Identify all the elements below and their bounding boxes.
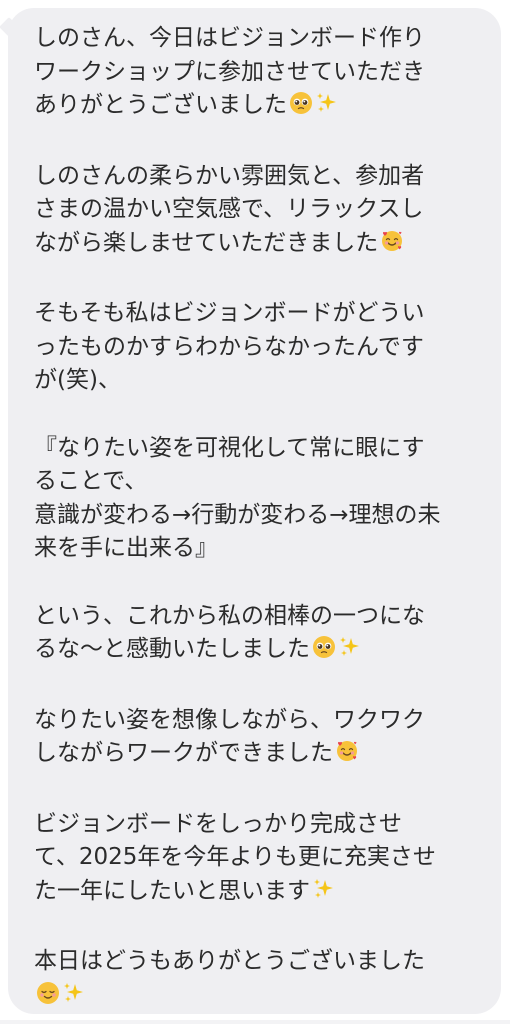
message-line: ありがとうございました xyxy=(34,89,481,126)
message-line-text: 意識が変わる→行動が変わる→理想の未 xyxy=(34,501,441,528)
message-line: ったものかすらわからなかったんです xyxy=(34,331,481,365)
message-line: しのさん、今日はビジョンボード作り xyxy=(34,22,481,56)
message-paragraph: そもそも私はビジョンボードがどうい ったものかすらわからなかったんです が(笑)、 xyxy=(34,297,481,398)
message-line-text: るな〜と感動いたしました xyxy=(34,636,310,662)
message-line: 意識が変わる→行動が変わる→理想の未 xyxy=(34,499,481,533)
message-paragraph: ビジョンボードをしっかり完成させて、2025年を今年よりも更に充実させ た一年にし… xyxy=(34,808,481,912)
message-line-text: という、これから私の相棒の一つにな xyxy=(34,602,425,629)
smiling-face-with-hearts-icon xyxy=(335,739,359,774)
message-line-text: そもそも私はビジョンボードがどうい xyxy=(34,300,425,326)
pleading-face-icon xyxy=(312,635,336,670)
bottom-divider xyxy=(0,1020,510,1024)
message-line-text: ビジョンボードをしっかり完成させ xyxy=(34,810,402,837)
message-paragraph: 『なりたい姿を可視化して常に眼にす ることで、意識が変わる→行動が変わる→理想の未… xyxy=(34,432,481,566)
message-line-text: さまの温かい空気感で、リラックスし xyxy=(34,196,424,222)
message-line-text: 来を手に出来る』 xyxy=(34,535,218,561)
message-line-text: しのさんの柔らかい雰囲気と、参加者 xyxy=(34,162,425,189)
message-line: るな〜と感動いたしました xyxy=(34,633,481,670)
sparkles-icon xyxy=(62,981,86,1016)
message-line-text: ったものかすらわからなかったんです xyxy=(34,333,424,360)
chat-screen: しのさん、今日はビジョンボード作り ワークショップに参加させていただき ありがとうご… xyxy=(0,0,510,1024)
message-line-text: て、2025年を今年よりも更に充実させ xyxy=(34,844,436,870)
sparkles-icon xyxy=(315,91,339,126)
message-paragraph: しのさんの柔らかい雰囲気と、参加者 さまの温かい空気感で、リラックスし ながら楽しま… xyxy=(34,160,481,264)
pleading-face-icon xyxy=(289,91,313,126)
message-line: しながらワークができました xyxy=(34,737,481,774)
message-line-text: しのさん、今日はビジョンボード作り xyxy=(34,25,425,51)
message-line: ビジョンボードをしっかり完成させ xyxy=(34,808,481,842)
message-line: なりたい姿を想像しながら、ワクワク xyxy=(34,704,481,738)
message-line-text: ながら楽しませていただきました xyxy=(34,229,379,256)
message-paragraph: しのさん、今日はビジョンボード作り ワークショップに参加させていただき ありがとうご… xyxy=(34,22,481,126)
message-line-text: 『なりたい姿を可視化して常に眼にす xyxy=(34,434,425,461)
message-line-text: た一年にしたいと思います xyxy=(34,877,310,904)
smiling-face-with-hearts-icon xyxy=(380,229,404,264)
message-paragraph: なりたい姿を想像しながら、ワクワク しながらワークができました xyxy=(34,704,481,774)
message-line: た一年にしたいと思います xyxy=(34,875,481,912)
message-bubble[interactable]: しのさん、今日はビジョンボード作り ワークショップに参加させていただき ありがとうご… xyxy=(8,8,501,1014)
message-text: しのさん、今日はビジョンボード作り ワークショップに参加させていただき ありがとうご… xyxy=(34,22,481,1015)
message-line-text: ワークショップに参加させていただき xyxy=(34,58,425,85)
message-line-text: ることで、 xyxy=(34,468,148,494)
sparkles-icon xyxy=(312,877,336,912)
message-paragraph: という、これから私の相棒の一つにな るな〜と感動いたしました xyxy=(34,600,481,670)
message-line: 本日はどうもありがとうございました xyxy=(34,945,481,979)
message-line: そもそも私はビジョンボードがどうい xyxy=(34,297,481,331)
message-line: ることで、 xyxy=(34,465,481,499)
message-line: さまの温かい空気感で、リラックスし xyxy=(34,193,481,227)
message-line: しのさんの柔らかい雰囲気と、参加者 xyxy=(34,160,481,194)
message-line: ながら楽しませていただきました xyxy=(34,227,481,264)
message-line-text: なりたい姿を想像しながら、ワクワク xyxy=(34,706,425,733)
message-line: 『なりたい姿を可視化して常に眼にす xyxy=(34,432,481,466)
message-line xyxy=(34,979,481,1016)
message-line: という、これから私の相棒の一つにな xyxy=(34,600,481,634)
message-line-text: 本日はどうもありがとうございました xyxy=(34,948,425,974)
message-line: 来を手に出来る』 xyxy=(34,532,481,566)
message-line-text: ありがとうございました xyxy=(34,92,287,118)
relieved-smiling-face-icon xyxy=(36,981,60,1016)
message-line-text: しながらワークができました xyxy=(34,740,333,766)
message-line: が(笑)、 xyxy=(34,364,481,398)
message-line-text: が(笑)、 xyxy=(34,367,121,393)
message-line: て、2025年を今年よりも更に充実させ xyxy=(34,841,481,875)
sparkles-icon xyxy=(338,635,362,670)
message-line: ワークショップに参加させていただき xyxy=(34,56,481,90)
message-paragraph: 本日はどうもありがとうございました xyxy=(34,945,481,1015)
